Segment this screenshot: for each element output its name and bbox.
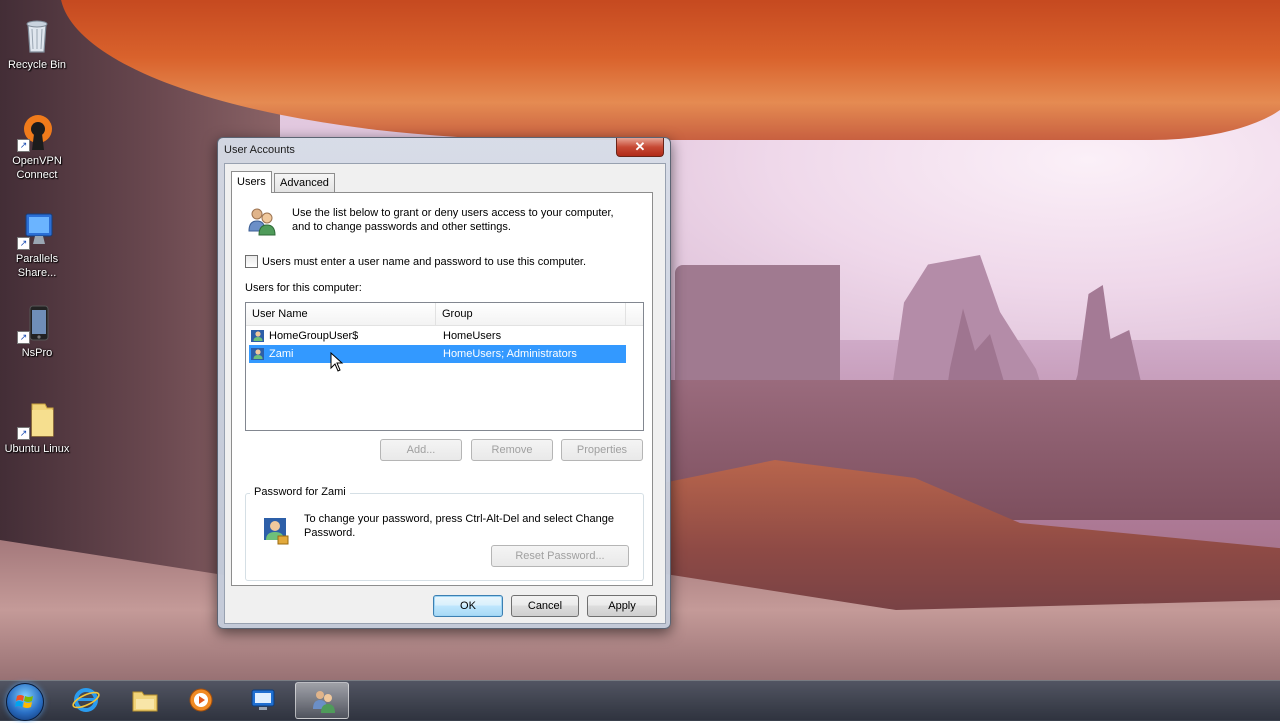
shortcut-arrow-icon: ↗ xyxy=(17,237,30,250)
mouse-cursor-icon xyxy=(330,352,344,372)
users-group-icon xyxy=(246,205,278,237)
dialog-title: User Accounts xyxy=(224,144,295,156)
require-login-label[interactable]: Users must enter a user name and passwor… xyxy=(262,256,586,268)
properties-button[interactable]: Properties xyxy=(561,439,643,461)
desktop-icon-ubuntu-linux[interactable]: ↗ Ubuntu Linux xyxy=(0,400,74,456)
media-player-icon xyxy=(189,688,213,712)
desktop-icon-label: OpenVPN Connect xyxy=(12,155,62,181)
users-tab-panel: Use the list below to grant or deny user… xyxy=(231,192,653,586)
table-row[interactable]: HomeGroupUser$ HomeUsers xyxy=(249,327,626,345)
desktop-icon-label: Ubuntu Linux xyxy=(4,443,70,455)
internet-explorer-icon xyxy=(72,688,100,712)
taskbar-user-accounts[interactable] xyxy=(295,682,349,719)
password-groupbox: Password for Zami To change your passwor… xyxy=(245,486,644,581)
password-instructions: To change your password, press Ctrl-Alt-… xyxy=(304,513,614,539)
column-header-group[interactable]: Group xyxy=(436,303,626,325)
file-explorer-icon xyxy=(132,691,158,712)
taskbar-media-player[interactable] xyxy=(173,682,227,719)
remove-user-button[interactable]: Remove xyxy=(471,439,553,461)
taskbar-file-explorer[interactable] xyxy=(117,682,171,719)
password-group-title: Password for Zami xyxy=(250,486,350,498)
desktop-icon-parallels-share[interactable]: ↗ Parallels Share... xyxy=(0,210,74,280)
user-accounts-icon xyxy=(313,691,335,713)
desktop-icon-nspro[interactable]: ↗ NsPro xyxy=(0,304,74,360)
user-group-cell: HomeUsers xyxy=(443,330,502,342)
shortcut-arrow-icon: ↗ xyxy=(17,139,30,152)
recycle-bin-icon xyxy=(17,16,57,56)
cancel-button[interactable]: Cancel xyxy=(511,595,579,617)
require-login-row: Users must enter a user name and passwor… xyxy=(245,255,586,268)
start-button[interactable] xyxy=(6,683,44,721)
require-login-checkbox[interactable] xyxy=(245,255,258,268)
tab-advanced[interactable]: Advanced xyxy=(274,173,335,192)
taskbar xyxy=(0,680,1280,721)
folder-icon: ↗ xyxy=(17,400,57,440)
nspro-icon: ↗ xyxy=(17,304,57,344)
close-button[interactable]: ✕ xyxy=(616,138,664,157)
users-list[interactable]: User Name Group HomeGroupUser$ HomeUsers xyxy=(245,302,644,431)
user-group-cell: HomeUsers; Administrators xyxy=(443,348,577,360)
tab-users[interactable]: Users xyxy=(231,171,272,193)
taskbar-internet-explorer[interactable] xyxy=(58,682,112,719)
desktop-icon-label: NsPro xyxy=(21,347,53,359)
windows-logo-icon xyxy=(15,695,33,708)
intro-text: Use the list below to grant or deny user… xyxy=(292,207,614,233)
user-name-cell: HomeGroupUser$ xyxy=(269,330,359,342)
shortcut-arrow-icon: ↗ xyxy=(17,427,30,440)
desktop-icon-openvpn[interactable]: ↗ OpenVPN Connect xyxy=(0,112,74,182)
users-list-label: Users for this computer: xyxy=(245,282,362,294)
dialog-client-area: Users Advanced Use the list below to gra… xyxy=(224,163,666,624)
apply-button[interactable]: Apply xyxy=(587,595,657,617)
user-password-icon xyxy=(260,514,292,546)
remote-desktop-icon xyxy=(251,689,275,710)
desktop-icon-label: Recycle Bin xyxy=(7,59,67,71)
shortcut-arrow-icon: ↗ xyxy=(17,331,30,344)
ok-button[interactable]: OK xyxy=(433,595,503,617)
reset-password-button[interactable]: Reset Password... xyxy=(491,545,629,567)
user-icon xyxy=(251,348,264,360)
user-icon xyxy=(251,330,264,342)
parallels-share-icon: ↗ xyxy=(17,210,57,250)
add-user-button[interactable]: Add... xyxy=(380,439,462,461)
taskbar-remote-desktop[interactable] xyxy=(235,682,289,719)
desktop-icon-recycle-bin[interactable]: Recycle Bin xyxy=(0,16,74,72)
column-header-user-name[interactable]: User Name xyxy=(246,303,436,325)
table-row-selected[interactable]: Zami HomeUsers; Administrators xyxy=(249,345,626,363)
desktop-icon-label: Parallels Share... xyxy=(15,253,59,279)
user-name-cell: Zami xyxy=(269,348,294,360)
openvpn-icon: ↗ xyxy=(17,112,57,152)
user-accounts-dialog: User Accounts ✕ Users Advanced Use the l… xyxy=(217,137,671,629)
users-list-header: User Name Group xyxy=(246,303,643,326)
